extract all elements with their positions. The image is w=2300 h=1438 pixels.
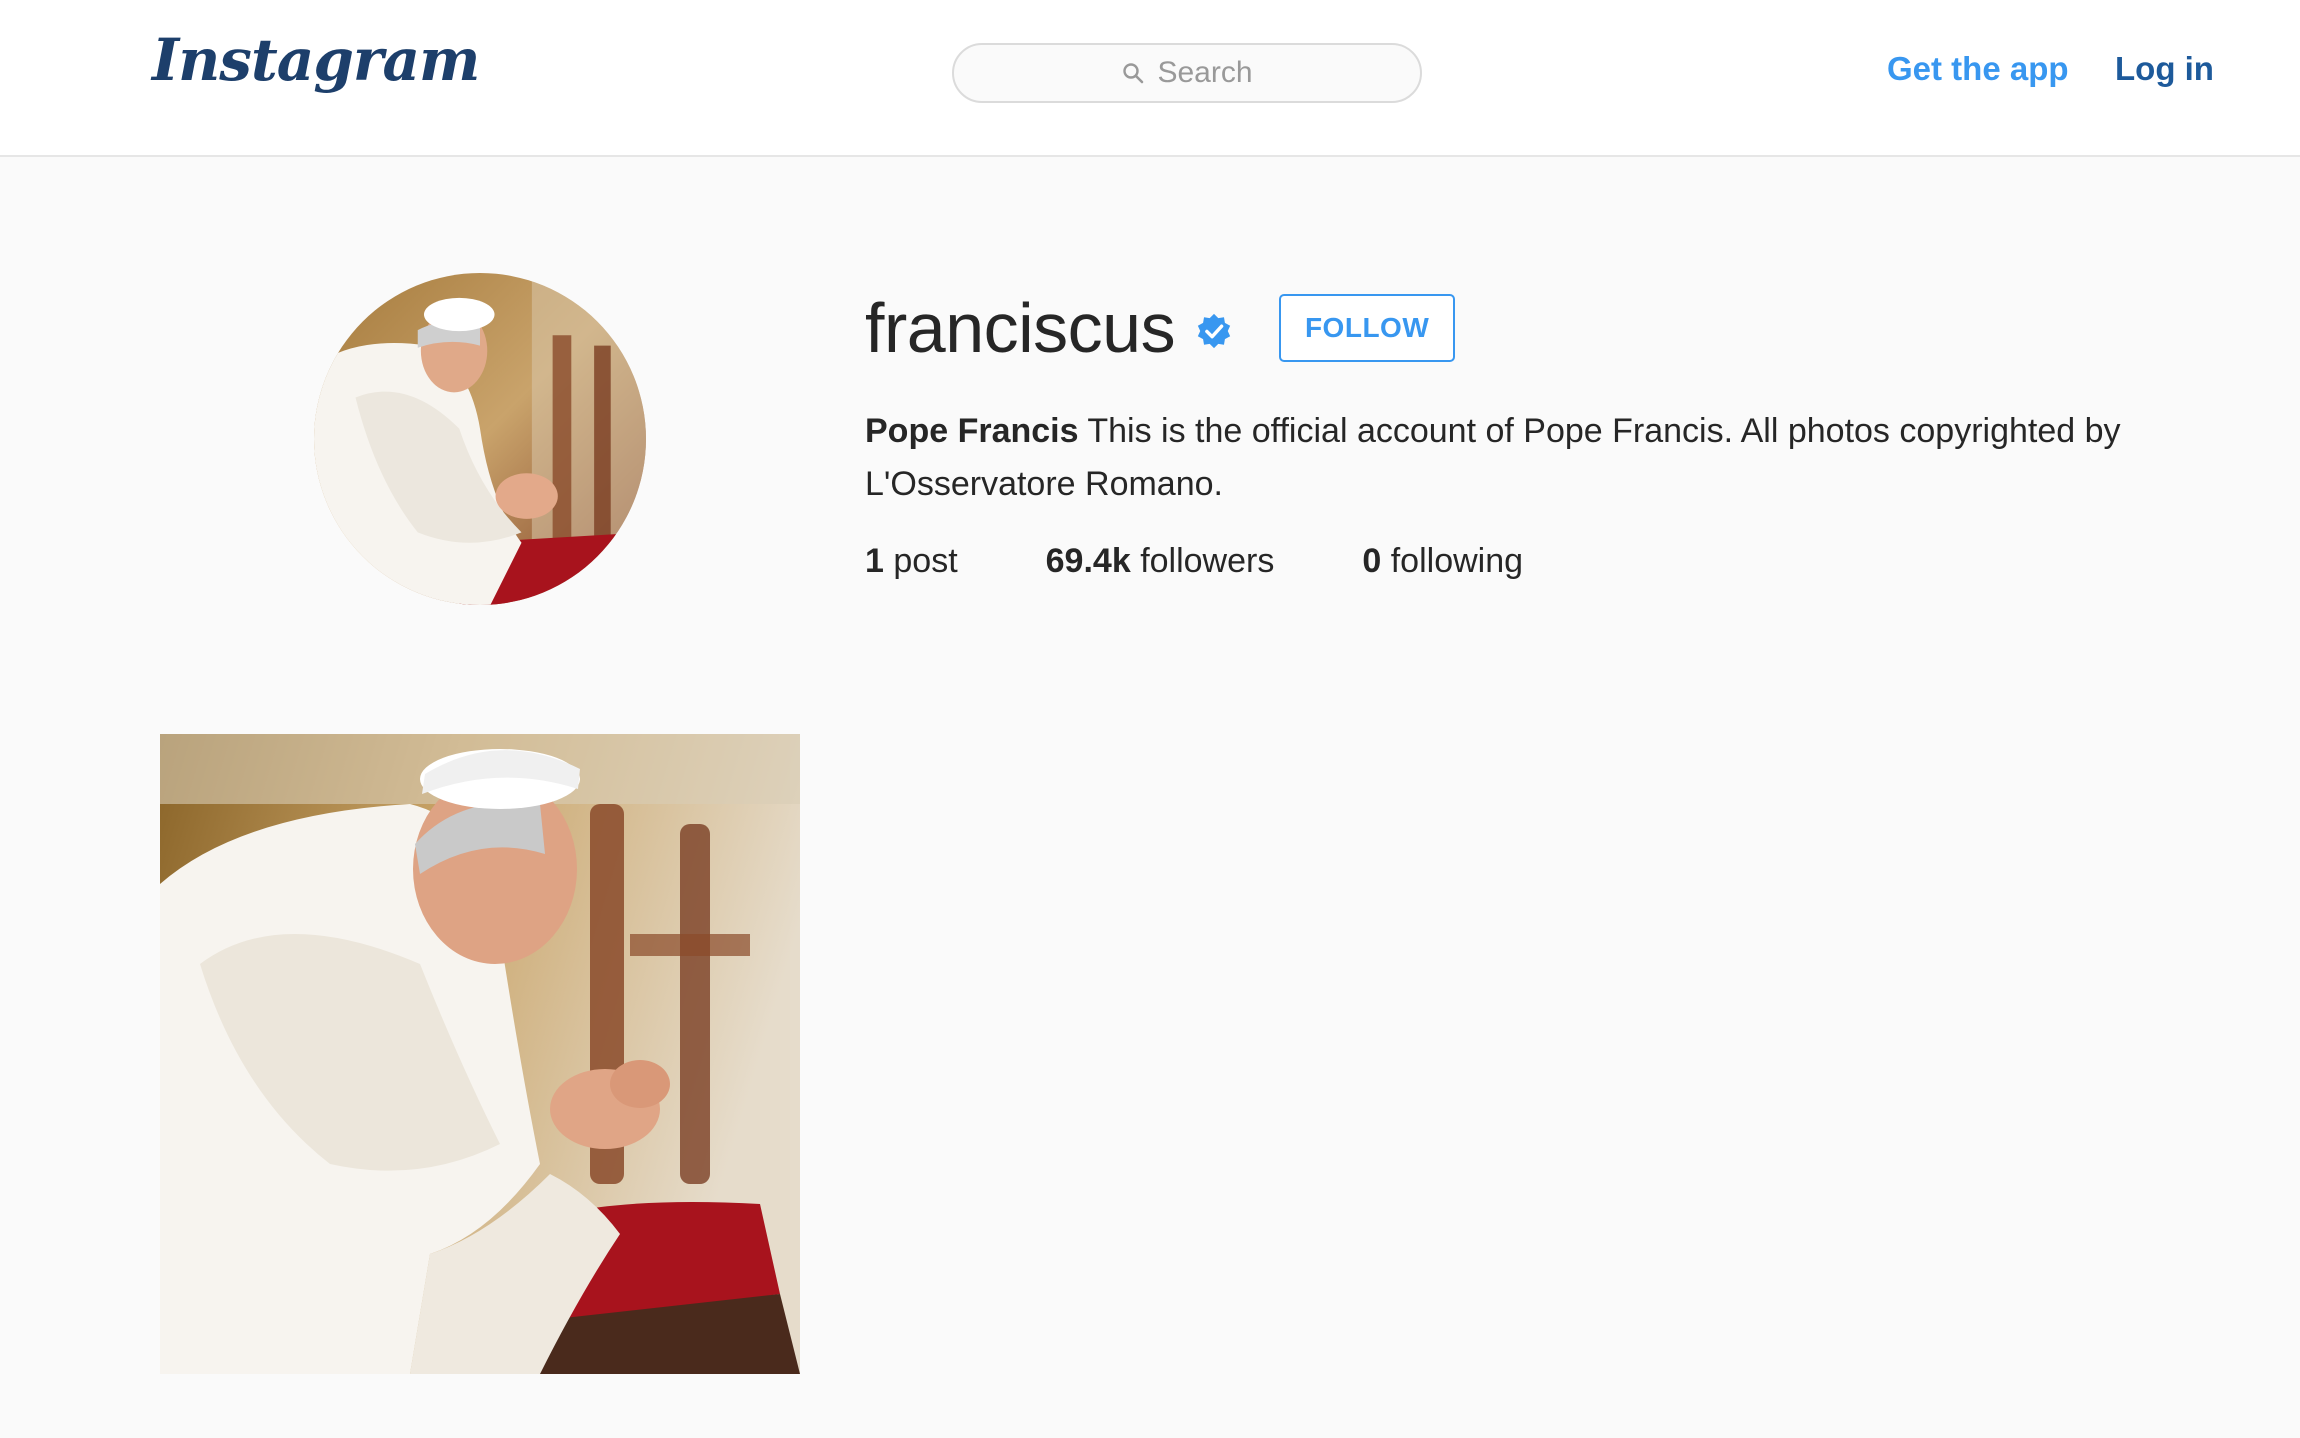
profile-stats: 1 post 69.4k followers 0 following	[865, 542, 1611, 581]
following-count-stat[interactable]: 0 following	[1362, 542, 1523, 581]
search-placeholder: Search	[1157, 56, 1253, 89]
username-row: franciscus FOLLOW	[865, 288, 1456, 368]
profile-avatar[interactable]	[314, 273, 646, 605]
following-label: following	[1390, 542, 1524, 580]
following-count: 0	[1362, 542, 1382, 580]
instagram-logo[interactable]: Instagram	[152, 26, 480, 94]
log-in-link[interactable]: Log in	[2115, 50, 2214, 88]
bio-full-name: Pope Francis	[865, 412, 1079, 450]
post-thumbnail[interactable]	[160, 734, 800, 1374]
followers-count: 69.4k	[1045, 542, 1131, 580]
posts-label: post	[893, 542, 958, 580]
verified-badge-icon	[1197, 313, 1231, 349]
followers-count-stat[interactable]: 69.4k followers	[1046, 542, 1275, 581]
avatar-image	[314, 273, 646, 605]
search-icon	[1123, 63, 1144, 84]
posts-count: 1	[865, 542, 884, 580]
followers-label: followers	[1140, 542, 1275, 580]
post-image	[160, 734, 800, 1374]
profile-bio: Pope Francis This is the official accoun…	[865, 405, 2235, 511]
posts-count-stat[interactable]: 1 post	[865, 542, 958, 581]
search-input[interactable]: Search	[952, 43, 1422, 103]
follow-button[interactable]: FOLLOW	[1279, 294, 1456, 362]
profile-username: franciscus	[865, 289, 1176, 367]
get-the-app-link[interactable]: Get the app	[1887, 50, 2069, 88]
top-navigation-bar: Instagram Search Get the app Log in	[0, 0, 2300, 157]
